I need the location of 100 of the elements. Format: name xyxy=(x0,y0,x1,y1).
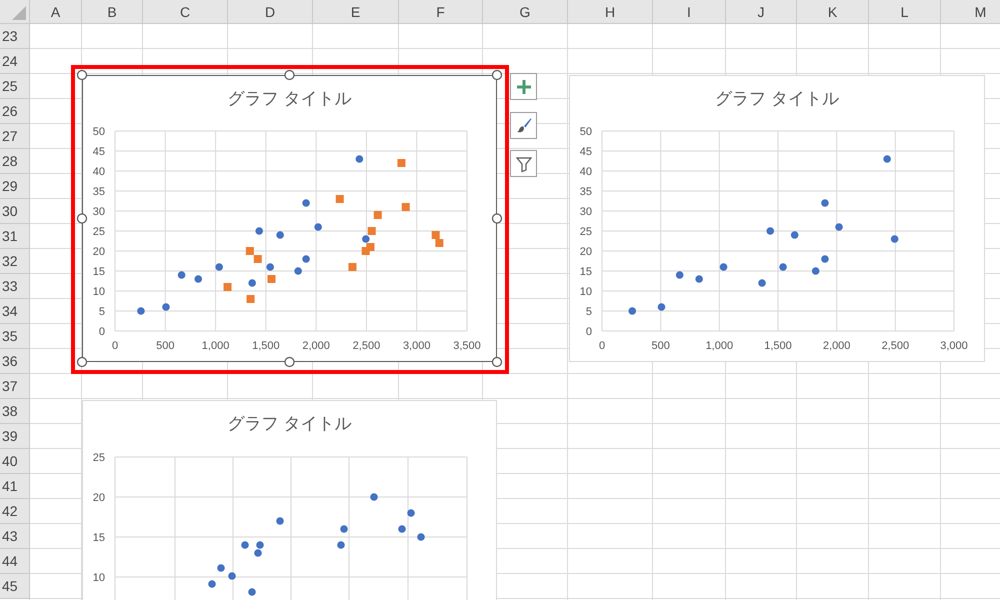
axis-tick-label: 10 xyxy=(580,286,592,298)
brush-icon xyxy=(516,117,532,133)
chart-title: グラフ タイトル xyxy=(715,89,839,108)
axis-tick-label: 20 xyxy=(92,246,105,258)
axis-tick-label: 10 xyxy=(92,572,105,584)
chart-elements-button[interactable] xyxy=(510,73,537,100)
column-header[interactable]: H xyxy=(568,0,653,24)
column-header[interactable]: G xyxy=(483,0,568,24)
resize-handle[interactable] xyxy=(284,356,295,368)
axis-tick-label: 35 xyxy=(92,186,105,198)
axis-tick-label: 10 xyxy=(92,286,105,298)
axis-tick-label: 1,500 xyxy=(252,340,280,352)
row-header[interactable]: 36 xyxy=(0,349,30,374)
axis-tick-label: 30 xyxy=(92,206,105,218)
row-header[interactable]: 28 xyxy=(0,149,30,174)
row-header[interactable]: 32 xyxy=(0,249,30,274)
resize-handle[interactable] xyxy=(492,213,502,224)
row-header[interactable]: 33 xyxy=(0,274,30,299)
row-header[interactable]: 29 xyxy=(0,174,30,199)
axis-tick-label: 2,000 xyxy=(822,340,850,352)
data-point xyxy=(340,525,348,533)
axis-tick-label: 1,500 xyxy=(764,340,792,352)
column-header[interactable]: K xyxy=(797,0,869,24)
row-header[interactable]: 24 xyxy=(0,49,30,74)
axis-tick-label: 30 xyxy=(580,206,592,218)
axis-tick-label: 40 xyxy=(580,166,592,178)
axis-tick-label: 15 xyxy=(92,266,105,278)
resize-handle[interactable] xyxy=(76,70,88,80)
data-point xyxy=(398,525,406,533)
data-point xyxy=(217,564,225,572)
row-header[interactable]: 30 xyxy=(0,199,30,224)
axis-tick-label: 15 xyxy=(580,266,592,278)
chart-title: グラフ タイトル xyxy=(228,89,352,108)
row-header[interactable]: 37 xyxy=(0,374,30,399)
chart-filters-button[interactable] xyxy=(510,150,537,177)
row-header[interactable]: 38 xyxy=(0,399,30,424)
axis-tick-label: 35 xyxy=(580,186,592,198)
resize-handle[interactable] xyxy=(492,70,502,80)
column-header[interactable]: A xyxy=(30,0,82,24)
column-header[interactable]: I xyxy=(653,0,726,24)
data-point xyxy=(407,509,415,517)
column-header[interactable]: C xyxy=(143,0,228,24)
axis-tick-label: 15 xyxy=(92,532,105,544)
row-header[interactable]: 44 xyxy=(0,549,30,574)
row-header[interactable]: 27 xyxy=(0,124,30,149)
axis-tick-label: 45 xyxy=(580,146,592,158)
axis-tick-label: 2,000 xyxy=(302,340,330,352)
column-header[interactable]: E xyxy=(313,0,399,24)
axis-tick-label: 50 xyxy=(92,126,105,138)
axis-tick-label: 3,000 xyxy=(940,340,968,352)
plus-icon xyxy=(516,78,532,94)
chart-styles-button[interactable] xyxy=(510,112,537,138)
resize-handle[interactable] xyxy=(492,356,502,368)
row-header[interactable]: 45 xyxy=(0,574,30,599)
row-header[interactable]: 34 xyxy=(0,299,30,324)
column-header[interactable]: J xyxy=(726,0,797,24)
row-header[interactable]: 26 xyxy=(0,99,30,124)
column-header[interactable]: M xyxy=(941,0,1000,24)
column-header[interactable]: B xyxy=(82,0,143,24)
column-header[interactable]: F xyxy=(399,0,483,24)
axis-tick-label: 0 xyxy=(98,326,105,338)
row-header[interactable]: 39 xyxy=(0,424,30,449)
column-header[interactable]: D xyxy=(228,0,313,24)
axis-tick-label: 3,500 xyxy=(453,340,481,352)
resize-handle[interactable] xyxy=(284,70,295,80)
row-header[interactable]: 43 xyxy=(0,524,30,549)
axis-tick-label: 1,000 xyxy=(202,340,230,352)
axis-tick-label: 25 xyxy=(580,226,592,238)
axis-tick-label: 5 xyxy=(98,306,105,318)
axis-tick-label: 25 xyxy=(92,452,105,464)
row-header[interactable]: 35 xyxy=(0,324,30,349)
axis-tick-label: 1,000 xyxy=(706,340,734,352)
data-point xyxy=(276,517,284,525)
filter-icon xyxy=(516,156,532,172)
row-header[interactable]: 23 xyxy=(0,24,30,49)
row-header[interactable]: 40 xyxy=(0,449,30,474)
column-header[interactable]: L xyxy=(869,0,941,24)
axis-tick-label: 50 xyxy=(580,126,592,138)
row-header[interactable]: 42 xyxy=(0,499,30,524)
row-header[interactable]: 31 xyxy=(0,224,30,249)
row-header[interactable]: 41 xyxy=(0,474,30,499)
axis-tick-label: 2,500 xyxy=(882,340,910,352)
data-point xyxy=(417,533,425,541)
row-header[interactable]: 25 xyxy=(0,74,30,99)
data-point xyxy=(370,493,378,501)
data-point xyxy=(208,580,216,588)
axis-tick-label: 0 xyxy=(598,340,606,352)
axis-tick-label: 0 xyxy=(112,340,118,352)
axis-tick-label: 20 xyxy=(92,492,105,504)
axis-tick-label: 500 xyxy=(651,340,670,352)
resize-handle[interactable] xyxy=(76,356,88,368)
axis-tick-label: 500 xyxy=(156,340,174,352)
data-point xyxy=(241,541,249,549)
data-point xyxy=(248,588,256,596)
axis-tick-label: 45 xyxy=(92,146,105,158)
chart-title: グラフ タイトル xyxy=(228,414,352,433)
axis-tick-label: 20 xyxy=(580,246,592,258)
resize-handle[interactable] xyxy=(76,213,88,224)
data-point xyxy=(337,541,345,549)
axis-tick-label: 25 xyxy=(92,226,105,238)
